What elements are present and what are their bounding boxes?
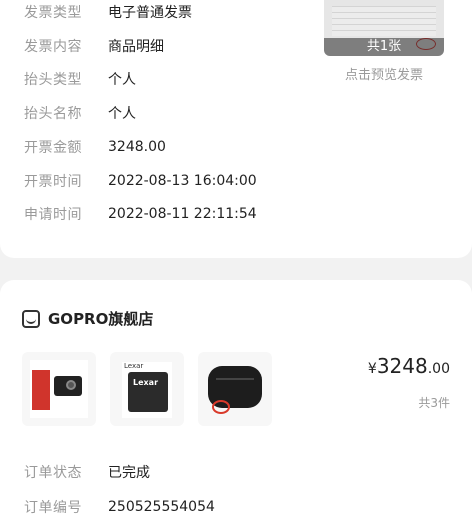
order-number-label: 订单编号 [24,500,82,516]
order-status-value: 已完成 [108,465,150,481]
product-thumbnail-case[interactable] [198,352,272,426]
invoice-type-row: 发票类型 电子普通发票 [24,2,192,22]
title-type-value: 个人 [108,72,136,88]
price-decimal: .00 [427,361,450,377]
case-strap [212,400,230,414]
invoice-content-label: 发票内容 [24,39,82,55]
store-name: GOPRO旗舰店 [48,310,154,328]
price-integer: 3248 [376,354,428,378]
invoice-time-label: 开票时间 [24,174,82,190]
sd-card-brand: Lexar [124,362,144,370]
apply-time-value: 2022-08-11 22:11:54 [108,206,257,222]
price-currency: ¥ [367,361,377,377]
order-status-label: 订单状态 [24,465,82,481]
sd-card-image: Lexar Lexar [122,362,172,418]
invoice-preview-thumbnail[interactable]: 共1张 [324,0,444,56]
title-type-row: 抬头类型 个人 [24,69,136,89]
invoice-amount-row: 开票金额 3248.00 [24,137,166,157]
invoice-type-value: 电子普通发票 [108,5,192,21]
title-name-label: 抬头名称 [24,106,82,122]
invoice-content-row: 发票内容 商品明细 [24,36,164,56]
invoice-time-row: 开票时间 2022-08-13 16:04:00 [24,171,257,191]
store-icon [22,309,40,328]
title-name-row: 抬头名称 个人 [24,103,136,123]
invoice-preview-count: 共1张 [324,38,444,56]
invoice-time-value: 2022-08-13 16:04:00 [108,173,257,189]
order-number-value: 250525554054 [108,499,215,515]
invoice-preview-lines [332,6,436,36]
apply-time-label: 申请时间 [24,207,82,223]
title-name-value: 个人 [108,106,136,122]
apply-time-row: 申请时间 2022-08-11 22:11:54 [24,204,257,224]
invoice-card: 发票类型 电子普通发票 发票内容 商品明细 抬头类型 个人 抬头名称 个人 开票… [0,0,472,258]
invoice-preview-link[interactable]: 点击预览发票 [330,64,438,83]
product-thumbnail-gopro[interactable] [22,352,96,426]
sd-card-label: Lexar [133,378,159,387]
product-thumbnail-sd-card[interactable]: Lexar Lexar [110,352,184,426]
invoice-type-label: 发票类型 [24,5,82,21]
store-header[interactable]: GOPRO旗舰店 [22,308,153,329]
gopro-box-image [30,360,88,418]
order-number-row: 订单编号 250525554054 [24,497,215,517]
order-total-price: ¥3248.00 [368,354,450,378]
title-type-label: 抬头类型 [24,72,82,88]
invoice-content-value: 商品明细 [108,39,164,55]
invoice-amount-label: 开票金额 [24,140,82,156]
order-status-row: 订单状态 已完成 [24,462,150,482]
invoice-amount-value: 3248.00 [108,139,166,155]
item-quantity: 共3件 [418,396,450,410]
